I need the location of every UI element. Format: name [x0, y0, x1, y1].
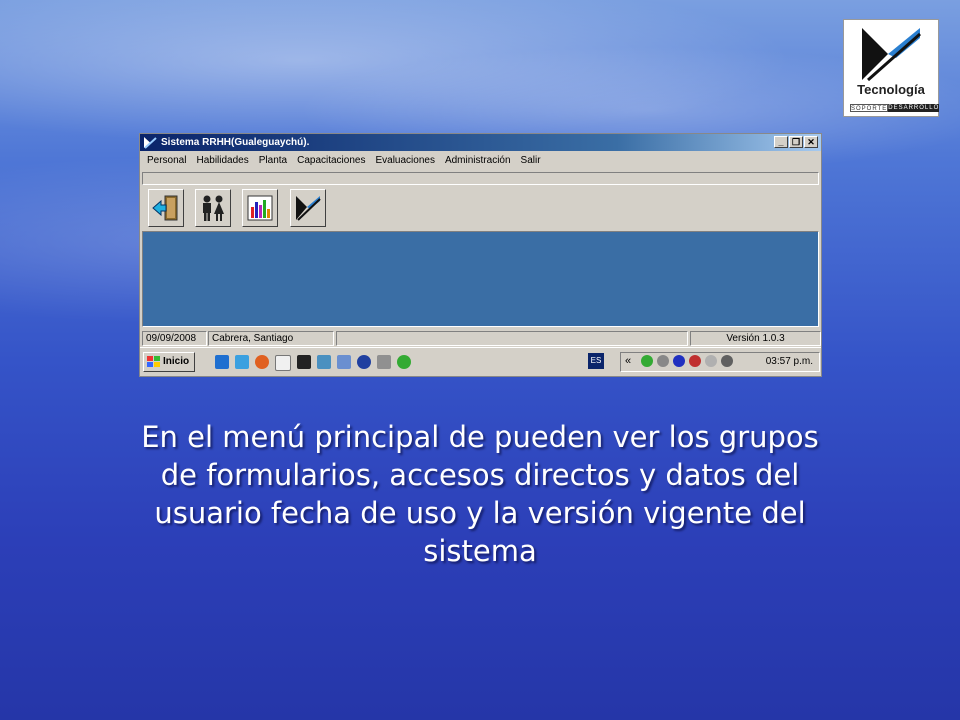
messenger-icon[interactable] [641, 355, 653, 367]
tray-chevron-icon[interactable]: « [625, 355, 637, 367]
explorer-icon[interactable] [317, 355, 331, 369]
bar-chart-icon [247, 195, 273, 221]
logo-strip: SOPORTE DESARROLLO [850, 104, 940, 112]
restore-button[interactable]: ❐ [789, 136, 803, 148]
company-logo: Tecnología SOPORTE DESARROLLO [843, 19, 940, 117]
language-indicator[interactable]: ES [588, 353, 604, 369]
window-title: Sistema RRHH(Gualeguaychú). [161, 137, 310, 148]
close-button[interactable]: ✕ [804, 136, 818, 148]
network-status-icon[interactable] [705, 355, 717, 367]
outlook-express-icon[interactable] [235, 355, 249, 369]
start-label: Inicio [163, 356, 190, 367]
menu-planta[interactable]: Planta [254, 152, 292, 170]
start-button[interactable]: Inicio [143, 352, 195, 372]
network-icon[interactable] [337, 355, 351, 369]
about-button[interactable] [290, 189, 326, 227]
tray-clock: 03:57 p.m. [765, 356, 813, 367]
window-controls: _ ❐ ✕ [774, 136, 818, 148]
volume-icon[interactable] [657, 355, 669, 367]
menu-capacitaciones[interactable]: Capacitaciones [292, 152, 370, 170]
logo-name: Tecnología [857, 82, 925, 97]
firefox-icon[interactable] [255, 355, 269, 369]
toolbar-strip [142, 172, 819, 185]
menu-bar: Personal Habilidades Planta Capacitacion… [140, 152, 821, 170]
bluetooth-icon[interactable] [673, 355, 685, 367]
mdi-client-area [142, 231, 819, 327]
app-window: Sistema RRHH(Gualeguaychú). _ ❐ ✕ Person… [139, 133, 822, 377]
menu-salir[interactable]: Salir [516, 152, 546, 170]
calculator-icon[interactable] [377, 355, 391, 369]
menu-personal[interactable]: Personal [142, 152, 191, 170]
internet-explorer-icon[interactable] [215, 355, 229, 369]
exit-button[interactable] [148, 189, 184, 227]
status-date: 09/09/2008 [142, 331, 207, 346]
people-icon [203, 195, 224, 221]
toolbar [142, 186, 819, 230]
status-panel-empty [336, 331, 688, 346]
menu-administracion[interactable]: Administración [440, 152, 516, 170]
globe-icon[interactable] [397, 355, 411, 369]
company-logo-icon [296, 196, 321, 221]
logo-strip-left: SOPORTE [850, 104, 889, 112]
title-bar[interactable]: Sistema RRHH(Gualeguaychú). _ ❐ ✕ [140, 134, 821, 151]
logo-strip-right: DESARROLLO [888, 104, 940, 112]
antivirus-icon[interactable] [689, 355, 701, 367]
notepad-icon[interactable] [275, 355, 291, 371]
connection-icon[interactable] [721, 355, 733, 367]
windows-flag-icon [147, 356, 160, 367]
app-shortcut-icon[interactable] [297, 355, 311, 369]
exit-door-icon [152, 195, 178, 221]
reports-button[interactable] [242, 189, 278, 227]
logo-arrow-icon [862, 28, 921, 82]
quick-launch [215, 355, 411, 371]
taskbar: Inicio ES « 03:57 p.m. [140, 347, 821, 376]
system-tray: « 03:57 p.m. [620, 352, 820, 372]
media-player-icon[interactable] [357, 355, 371, 369]
menu-habilidades[interactable]: Habilidades [191, 152, 253, 170]
minimize-button[interactable]: _ [774, 136, 788, 148]
status-version: Versión 1.0.3 [690, 331, 821, 346]
menu-evaluaciones[interactable]: Evaluaciones [370, 152, 439, 170]
personnel-button[interactable] [195, 189, 231, 227]
slide-caption: En el menú principal de pueden ver los g… [141, 420, 819, 568]
status-bar: 09/09/2008 Cabrera, Santiago Versión 1.0… [142, 331, 821, 346]
app-icon [144, 137, 157, 149]
status-user: Cabrera, Santiago [208, 331, 334, 346]
tray-icons: « [625, 355, 733, 367]
